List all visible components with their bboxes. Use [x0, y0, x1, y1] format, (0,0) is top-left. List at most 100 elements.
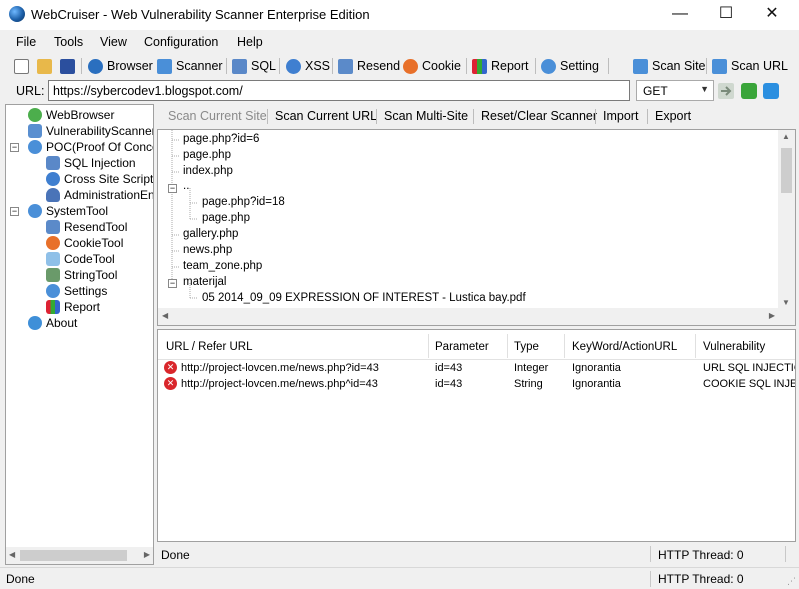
scan-current-site-button[interactable]: Scan Current Site: [168, 109, 267, 123]
floppy-disk-icon: [60, 58, 75, 74]
export-button[interactable]: Export: [655, 109, 691, 123]
scroll-down-icon[interactable]: ▼: [782, 298, 790, 307]
tree-item-string-tool[interactable]: StringTool: [46, 267, 117, 283]
folder-icon: [37, 58, 52, 74]
stop-scan-icon[interactable]: [763, 83, 779, 99]
tree-item-webbrowser[interactable]: WebBrowser: [28, 107, 114, 123]
report-button[interactable]: Report: [472, 57, 529, 75]
scan-url-button[interactable]: Scan URL: [712, 57, 788, 75]
column-divider[interactable]: [507, 334, 508, 358]
minimize-button[interactable]: —: [657, 0, 703, 30]
tree-item-settings[interactable]: Settings: [46, 283, 107, 299]
open-folder-button[interactable]: [37, 57, 56, 75]
cookie-label: Cookie: [422, 59, 461, 73]
sql-button[interactable]: SQL: [232, 57, 276, 75]
tree-item-administration-entrance[interactable]: AdministrationEntrance: [46, 187, 153, 203]
vertical-scrollbar[interactable]: ▲ ▼: [778, 130, 795, 309]
menu-file[interactable]: File: [16, 35, 36, 49]
tree-item-cookie-tool[interactable]: CookieTool: [46, 235, 123, 251]
scroll-right-icon[interactable]: ▶: [144, 550, 150, 559]
database-icon: [46, 156, 60, 170]
column-divider[interactable]: [564, 334, 565, 358]
scanner-icon: [157, 58, 172, 74]
scanner-button[interactable]: Scanner: [157, 57, 223, 75]
scrollbar-thumb[interactable]: [20, 550, 127, 561]
vulnerability-results-table: URL / Refer URL Parameter Type KeyWord/A…: [157, 329, 796, 542]
scrollbar-thumb[interactable]: [781, 148, 792, 193]
scroll-left-icon[interactable]: ◀: [162, 311, 168, 320]
column-header-type[interactable]: Type: [514, 341, 539, 353]
site-tree-node[interactable]: page.php?id=6: [183, 133, 259, 145]
scan-current-url-button[interactable]: Scan Current URL: [275, 109, 377, 123]
scroll-left-icon[interactable]: ◀: [9, 550, 15, 559]
scan-site-button[interactable]: Scan Site: [633, 57, 706, 75]
method-select[interactable]: GET ▼: [636, 80, 714, 101]
xss-button[interactable]: XSS: [286, 57, 330, 75]
scan-multi-site-button[interactable]: Scan Multi-Site: [384, 109, 468, 123]
tree-item-report[interactable]: Report: [46, 299, 100, 315]
menu-configuration[interactable]: Configuration: [144, 35, 218, 49]
tree-item-label: SQL Injection: [64, 156, 136, 170]
collapse-icon[interactable]: −: [10, 143, 19, 152]
column-header-vulnerability[interactable]: Vulnerability: [703, 341, 765, 353]
scroll-right-icon[interactable]: ▶: [769, 311, 775, 320]
resend-button[interactable]: Resend: [338, 57, 400, 75]
url-bar: URL: https://sybercodev1.blogspot.com/ G…: [0, 79, 799, 103]
tree-item-poc[interactable]: POC(Proof Of Concept): [28, 139, 153, 155]
tree-item-vulnerability-scanner[interactable]: VulnerabilityScanner: [28, 123, 153, 139]
site-tree-node[interactable]: gallery.php: [183, 228, 238, 240]
status-text: Done: [6, 572, 35, 586]
site-tree-node[interactable]: team_zone.php: [183, 260, 262, 272]
tree-item-about[interactable]: About: [28, 315, 77, 331]
collapse-icon[interactable]: −: [168, 184, 177, 193]
start-scan-icon[interactable]: [741, 83, 757, 99]
tree-item-sql-injection[interactable]: SQL Injection: [46, 155, 136, 171]
setting-button[interactable]: Setting: [541, 57, 599, 75]
site-tree-node[interactable]: news.php: [183, 244, 232, 256]
site-tree-node[interactable]: ..: [183, 180, 189, 192]
tree-item-code-tool[interactable]: CodeTool: [46, 251, 115, 267]
row-url: http://project-lovcen.me/news.php?id=43: [181, 362, 379, 374]
site-tree-node[interactable]: page.php: [202, 212, 250, 224]
browser-button[interactable]: Browser: [88, 57, 153, 75]
column-divider[interactable]: [695, 334, 696, 358]
collapse-icon[interactable]: −: [168, 279, 177, 288]
horizontal-scrollbar[interactable]: ◀ ▶: [158, 308, 795, 325]
menu-view[interactable]: View: [100, 35, 127, 49]
tree-item-label: CookieTool: [64, 236, 124, 250]
column-header-parameter[interactable]: Parameter: [435, 341, 489, 353]
menu-tools[interactable]: Tools: [54, 35, 83, 49]
tree-connector-lines: [171, 130, 198, 299]
go-arrow-icon[interactable]: [718, 83, 734, 99]
scanner-toolbar: Scan Current Site Scan Current URL Scan …: [157, 104, 799, 128]
globe-icon: [88, 58, 103, 74]
resize-grip-icon[interactable]: ⋰: [787, 576, 796, 587]
tree-item-cross-site-scripting[interactable]: Cross Site Scripting: [46, 171, 153, 187]
thread-count: HTTP Thread: 0: [658, 572, 744, 586]
tree-item-resend-tool[interactable]: ResendTool: [46, 219, 127, 235]
import-button[interactable]: Import: [603, 109, 638, 123]
scroll-up-icon[interactable]: ▲: [782, 132, 790, 141]
cookie-button[interactable]: Cookie: [403, 57, 461, 75]
new-file-button[interactable]: [14, 57, 33, 75]
column-header-url[interactable]: URL / Refer URL: [166, 341, 253, 353]
site-tree-node[interactable]: materijal: [183, 276, 226, 288]
menu-help[interactable]: Help: [237, 35, 263, 49]
site-tree-node[interactable]: page.php: [183, 149, 231, 161]
reset-clear-scanner-button[interactable]: Reset/Clear Scanner: [481, 109, 597, 123]
site-tree-node[interactable]: 05 2014_09_09 EXPRESSION OF INTEREST - L…: [202, 292, 526, 304]
collapse-icon[interactable]: −: [10, 207, 19, 216]
column-divider[interactable]: [428, 334, 429, 358]
scan-url-label: Scan URL: [731, 59, 788, 73]
column-header-keyword[interactable]: KeyWord/ActionURL: [572, 341, 677, 353]
url-input[interactable]: https://sybercodev1.blogspot.com/: [48, 80, 630, 101]
close-button[interactable]: ✕: [749, 0, 795, 30]
site-tree-node[interactable]: index.php: [183, 165, 233, 177]
save-button[interactable]: [60, 57, 79, 75]
tree-item-system-tool[interactable]: SystemTool: [28, 203, 108, 219]
site-tree-node[interactable]: page.php?id=18: [202, 196, 285, 208]
maximize-button[interactable]: ☐: [703, 0, 749, 30]
horizontal-scrollbar[interactable]: ◀ ▶: [6, 547, 153, 564]
status-divider: [650, 546, 651, 562]
scan-url-icon: [712, 58, 727, 74]
